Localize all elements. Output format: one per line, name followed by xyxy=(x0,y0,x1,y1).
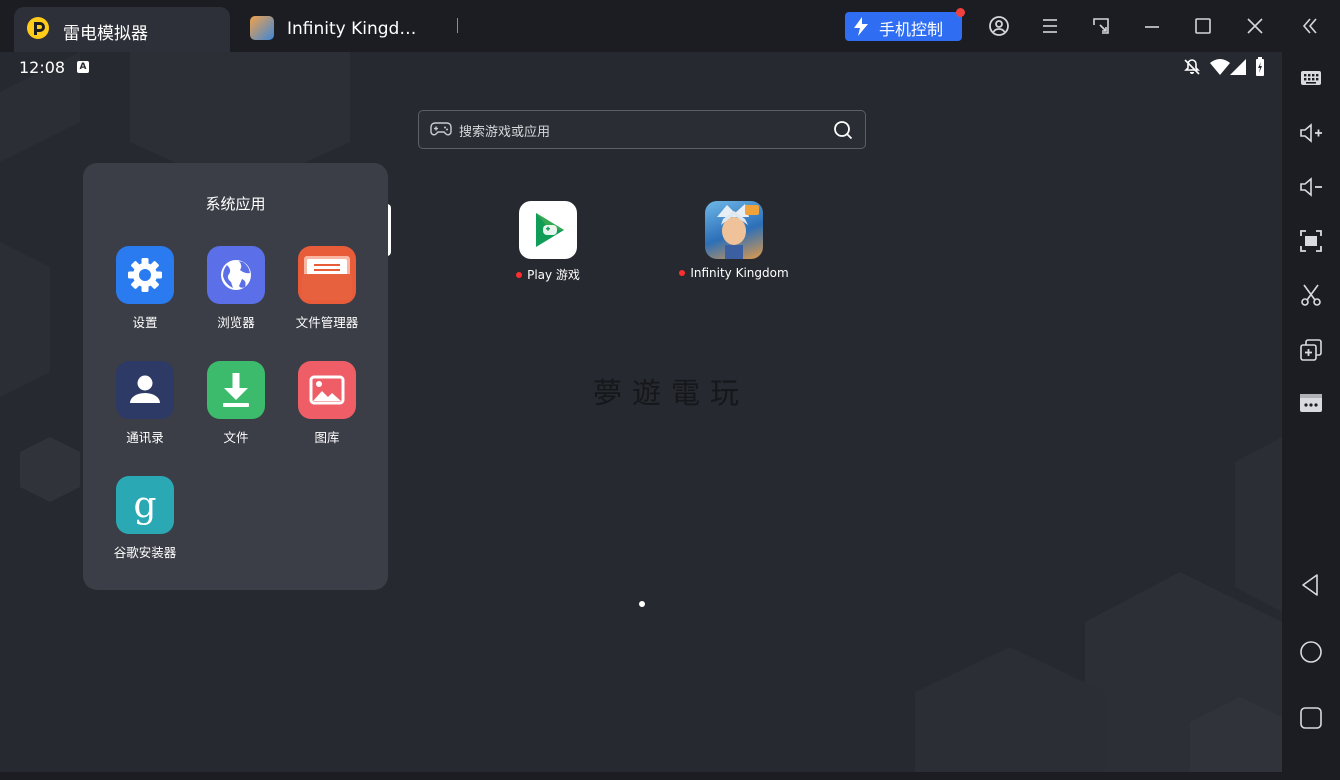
scissors-icon[interactable] xyxy=(1298,282,1324,308)
app-settings[interactable]: 设置 xyxy=(95,246,195,331)
back-icon[interactable] xyxy=(1298,572,1324,598)
keyboard-icon[interactable] xyxy=(1298,65,1324,91)
screenshot-icon[interactable] xyxy=(1298,228,1324,254)
app-label: Infinity Kingdom xyxy=(669,266,799,280)
battery-icon xyxy=(1256,57,1264,76)
more-icon[interactable] xyxy=(1298,390,1324,416)
app-label: 文件管理器 xyxy=(295,315,359,330)
search-placeholder: 搜索游戏或应用 xyxy=(459,125,551,140)
app-browser[interactable]: 浏览器 xyxy=(186,246,286,331)
app-label: 设置 xyxy=(132,315,158,330)
android-screen: 12:08 A 搜索游戏或应用 Play 游戏 Infinity Kingdom… xyxy=(0,52,1282,772)
emulator-sidebar xyxy=(1282,52,1340,780)
app-label: 浏览器 xyxy=(217,315,255,330)
app-infinity-kingdom[interactable]: Infinity Kingdom xyxy=(669,201,799,280)
svg-text:g: g xyxy=(133,485,156,526)
app-label: Play 游戏 xyxy=(483,266,613,283)
maximize-icon[interactable] xyxy=(1191,14,1215,38)
signal-icon xyxy=(1230,59,1246,75)
infinity-kingdom-icon xyxy=(705,201,763,259)
app-label: 文件 xyxy=(223,430,249,445)
title-bar: 雷电模拟器 Infinity Kingd… 手机控制 xyxy=(0,0,1340,52)
notification-dot xyxy=(956,8,965,17)
settings-icon xyxy=(116,246,174,304)
search-bar[interactable]: 搜索游戏或应用 xyxy=(418,110,866,149)
gallery-icon xyxy=(298,361,356,419)
bolt-icon xyxy=(854,17,868,36)
download-icon xyxy=(207,361,265,419)
app-gallery[interactable]: 图库 xyxy=(277,361,377,446)
new-indicator-dot xyxy=(679,270,686,276)
tab-ldplayer[interactable]: 雷电模拟器 xyxy=(14,7,230,52)
app-files[interactable]: 文件 xyxy=(186,361,286,446)
browser-icon xyxy=(207,246,265,304)
ldplayer-logo-icon xyxy=(27,17,49,39)
google-installer-icon: g xyxy=(116,476,174,534)
tab-label: Infinity Kingd… xyxy=(287,19,417,39)
account-icon[interactable] xyxy=(987,14,1011,38)
phone-control-label: 手机控制 xyxy=(879,20,944,39)
file-manager-icon xyxy=(298,246,356,304)
tab-divider xyxy=(457,18,458,33)
contacts-icon xyxy=(116,361,174,419)
volume-up-icon[interactable] xyxy=(1298,120,1324,146)
gamepad-icon xyxy=(430,122,452,136)
phone-control-button[interactable]: 手机控制 xyxy=(845,8,965,41)
collapse-icon[interactable] xyxy=(1298,14,1322,38)
status-time: 12:08 xyxy=(19,58,66,77)
status-badge: A xyxy=(77,61,89,73)
new-indicator-dot xyxy=(516,272,523,278)
status-icons xyxy=(1182,57,1272,77)
multi-instance-icon[interactable] xyxy=(1298,337,1324,363)
menu-icon[interactable] xyxy=(1038,14,1062,38)
minimize-icon[interactable] xyxy=(1140,14,1164,38)
app-play-games[interactable]: Play 游戏 xyxy=(483,201,613,283)
recents-icon[interactable] xyxy=(1298,705,1324,731)
home-icon[interactable] xyxy=(1298,639,1324,665)
search-icon[interactable] xyxy=(833,120,853,140)
app-label: 谷歌安装器 xyxy=(113,545,177,560)
resize-icon[interactable] xyxy=(1089,14,1113,38)
app-label: 图库 xyxy=(314,430,340,445)
app-file-manager[interactable]: 文件管理器 xyxy=(277,246,377,331)
close-icon[interactable] xyxy=(1243,14,1267,38)
app-contacts[interactable]: 通讯录 xyxy=(95,361,195,446)
page-indicator xyxy=(639,601,645,607)
watermark: 夢遊電玩 xyxy=(593,376,750,410)
window-bottom-edge xyxy=(0,772,1282,780)
tab-infinity-kingdom[interactable]: Infinity Kingd… xyxy=(246,14,446,44)
app-google-installer[interactable]: g 谷歌安装器 xyxy=(95,476,195,561)
infinity-kingdom-icon xyxy=(250,16,274,40)
folder-title: 系统应用 xyxy=(205,195,266,213)
notifications-off-icon xyxy=(1184,59,1200,75)
tab-label: 雷电模拟器 xyxy=(63,24,148,44)
app-label: 通讯录 xyxy=(126,430,164,445)
system-apps-folder: 系统应用 设置 浏览器 文件管理器 通讯录 文件 图库 g 谷歌安装器 xyxy=(83,163,388,590)
play-games-icon xyxy=(519,201,577,259)
volume-down-icon[interactable] xyxy=(1298,174,1324,200)
wifi-icon xyxy=(1210,59,1230,75)
